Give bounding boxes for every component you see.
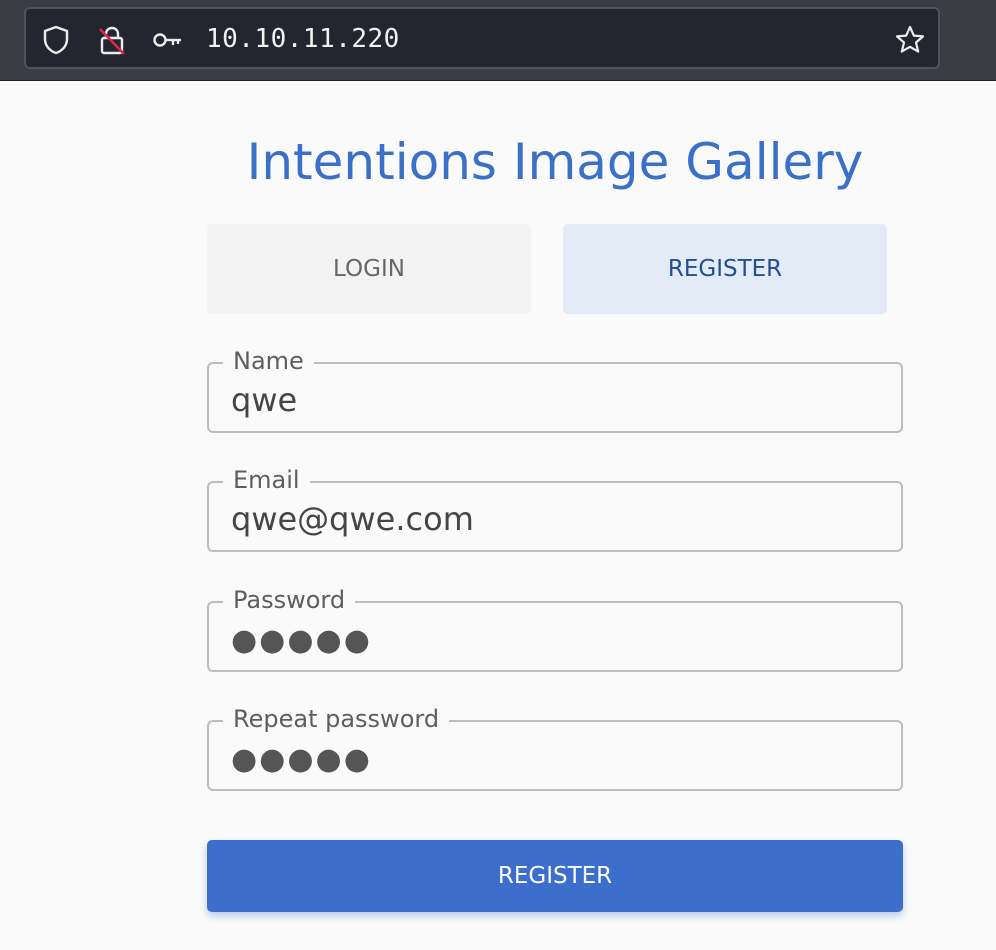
shield-icon[interactable]: [40, 24, 72, 56]
url-text[interactable]: 10.10.11.220: [206, 23, 400, 55]
repeat-password-field[interactable]: Repeat password ●●●●●: [207, 704, 903, 791]
email-field[interactable]: Email qwe@qwe.com: [207, 465, 903, 552]
password-input[interactable]: ●●●●●: [231, 626, 372, 656]
page-title: Intentions Image Gallery: [246, 133, 864, 191]
name-input[interactable]: qwe: [231, 380, 297, 420]
password-field[interactable]: Password ●●●●●: [207, 585, 903, 672]
url-bar[interactable]: 10.10.11.220: [24, 7, 940, 69]
key-icon[interactable]: [151, 24, 183, 56]
name-label: Name: [223, 346, 314, 376]
star-icon[interactable]: [894, 24, 926, 56]
lock-slashed-icon[interactable]: [96, 24, 128, 56]
tab-login[interactable]: LOGIN: [207, 224, 531, 314]
name-field[interactable]: Name qwe: [207, 346, 903, 433]
password-label: Password: [223, 585, 356, 615]
register-button[interactable]: REGISTER: [207, 840, 903, 912]
browser-toolbar: 10.10.11.220: [0, 0, 996, 81]
repeat-password-label: Repeat password: [223, 704, 450, 734]
repeat-password-input[interactable]: ●●●●●: [231, 745, 372, 775]
tab-register[interactable]: REGISTER: [563, 224, 887, 314]
email-label: Email: [223, 465, 310, 495]
email-input[interactable]: qwe@qwe.com: [231, 499, 474, 539]
